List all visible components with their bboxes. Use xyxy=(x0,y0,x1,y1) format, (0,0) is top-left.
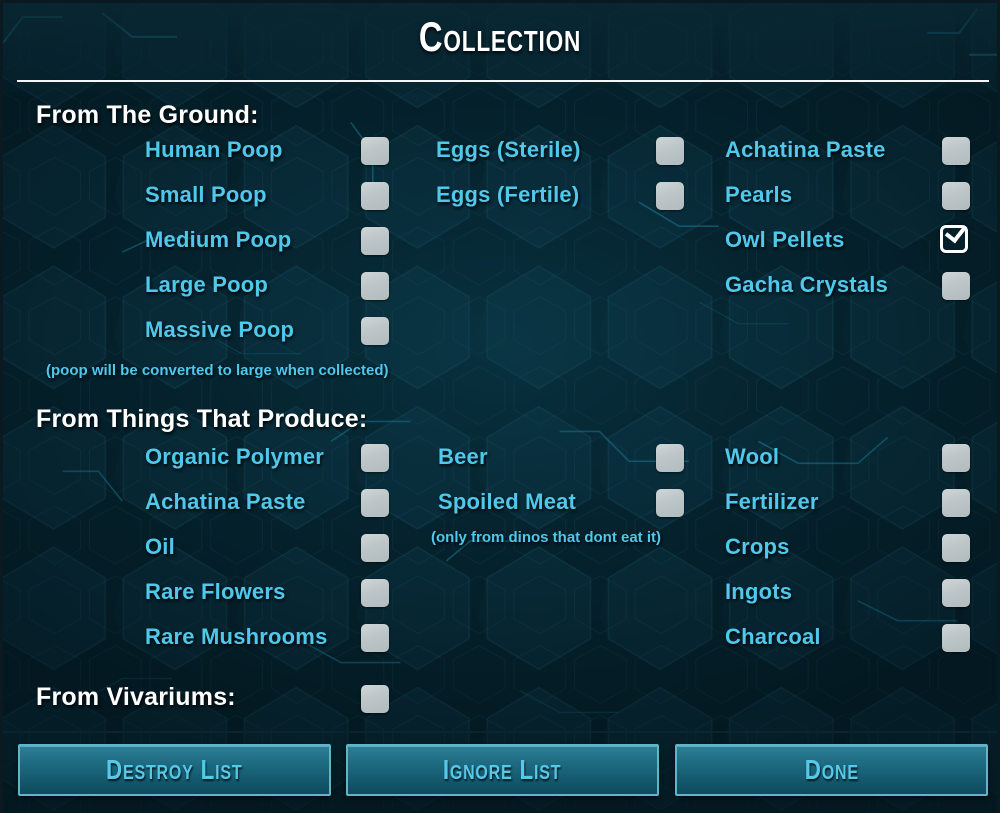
item-label-organic-polymer: Organic Polymer xyxy=(145,444,325,469)
item-label-gacha-crystals: Gacha Crystals xyxy=(725,272,888,297)
checkbox-rare-mushrooms[interactable] xyxy=(361,624,389,652)
checkbox-spoiled-meat[interactable] xyxy=(656,489,684,517)
item-label-oil: Oil xyxy=(145,534,175,559)
item-label-rare-mushrooms: Rare Mushrooms xyxy=(145,624,328,649)
item-label-eggs-fertile: Eggs (Fertile) xyxy=(436,182,580,207)
checkbox-ingots[interactable] xyxy=(942,579,970,607)
checkbox-massive-poop[interactable] xyxy=(361,317,389,345)
done-button-label: Done xyxy=(804,754,859,785)
checkbox-organic-polymer[interactable] xyxy=(361,444,389,472)
section-heading-from-things-that-produce: From Things That Produce: xyxy=(36,405,368,433)
destroy-list-button-label: Destroy List xyxy=(106,754,243,785)
section-heading-from-vivariums: From Vivariums: xyxy=(36,683,236,711)
checkbox-oil[interactable] xyxy=(361,534,389,562)
item-label-wool: Wool xyxy=(725,444,780,469)
checkbox-small-poop[interactable] xyxy=(361,182,389,210)
checkbox-from-vivariums[interactable] xyxy=(361,685,389,713)
item-label-large-poop: Large Poop xyxy=(145,272,269,297)
checkbox-wool[interactable] xyxy=(942,444,970,472)
check-icon xyxy=(944,219,968,244)
page-title: Collection xyxy=(418,13,582,60)
checkbox-achatina-paste-produce[interactable] xyxy=(361,489,389,517)
item-label-massive-poop: Massive Poop xyxy=(145,317,295,342)
window-header: Collection xyxy=(3,3,997,81)
checkbox-beer[interactable] xyxy=(656,444,684,472)
item-label-beer: Beer xyxy=(438,444,488,469)
checkbox-charcoal[interactable] xyxy=(942,624,970,652)
item-label-owl-pellets: Owl Pellets xyxy=(725,227,845,252)
checkbox-human-poop[interactable] xyxy=(361,137,389,165)
item-label-eggs-sterile: Eggs (Sterile) xyxy=(436,137,581,162)
checkbox-medium-poop[interactable] xyxy=(361,227,389,255)
checkbox-owl-pellets[interactable] xyxy=(940,219,968,253)
checkbox-rare-flowers[interactable] xyxy=(361,579,389,607)
item-label-achatina-paste-produce: Achatina Paste xyxy=(145,489,306,514)
checkbox-achatina-paste-ground[interactable] xyxy=(942,137,970,165)
note-poop-conversion: (poop will be converted to large when co… xyxy=(46,362,389,379)
collection-window: Collection From The Ground: Human Poop S… xyxy=(0,0,1000,813)
item-label-medium-poop: Medium Poop xyxy=(145,227,292,252)
item-label-charcoal: Charcoal xyxy=(725,624,821,649)
checkbox-pearls[interactable] xyxy=(942,182,970,210)
item-label-pearls: Pearls xyxy=(725,182,793,207)
item-label-ingots: Ingots xyxy=(725,579,793,604)
destroy-list-button[interactable]: Destroy List xyxy=(18,744,331,796)
item-label-achatina-paste-ground: Achatina Paste xyxy=(725,137,886,162)
header-divider xyxy=(17,80,989,82)
collection-content: From The Ground: Human Poop Small Poop M… xyxy=(3,83,997,735)
checkbox-gacha-crystals[interactable] xyxy=(942,272,970,300)
done-button[interactable]: Done xyxy=(675,744,988,796)
checkbox-eggs-fertile[interactable] xyxy=(656,182,684,210)
item-label-rare-flowers: Rare Flowers xyxy=(145,579,286,604)
note-spoiled-meat: (only from dinos that dont eat it) xyxy=(431,529,661,546)
checkbox-crops[interactable] xyxy=(942,534,970,562)
checkbox-fertilizer[interactable] xyxy=(942,489,970,517)
ignore-list-button[interactable]: Ignore List xyxy=(346,744,659,796)
item-label-crops: Crops xyxy=(725,534,790,559)
ignore-list-button-label: Ignore List xyxy=(443,754,562,785)
item-label-fertilizer: Fertilizer xyxy=(725,489,819,514)
footer-toolbar: Destroy List Ignore List Done xyxy=(3,731,997,813)
item-label-small-poop: Small Poop xyxy=(145,182,267,207)
item-label-spoiled-meat: Spoiled Meat xyxy=(438,489,577,514)
checkbox-large-poop[interactable] xyxy=(361,272,389,300)
item-label-human-poop: Human Poop xyxy=(145,137,283,162)
section-heading-from-the-ground: From The Ground: xyxy=(36,101,259,129)
checkbox-eggs-sterile[interactable] xyxy=(656,137,684,165)
